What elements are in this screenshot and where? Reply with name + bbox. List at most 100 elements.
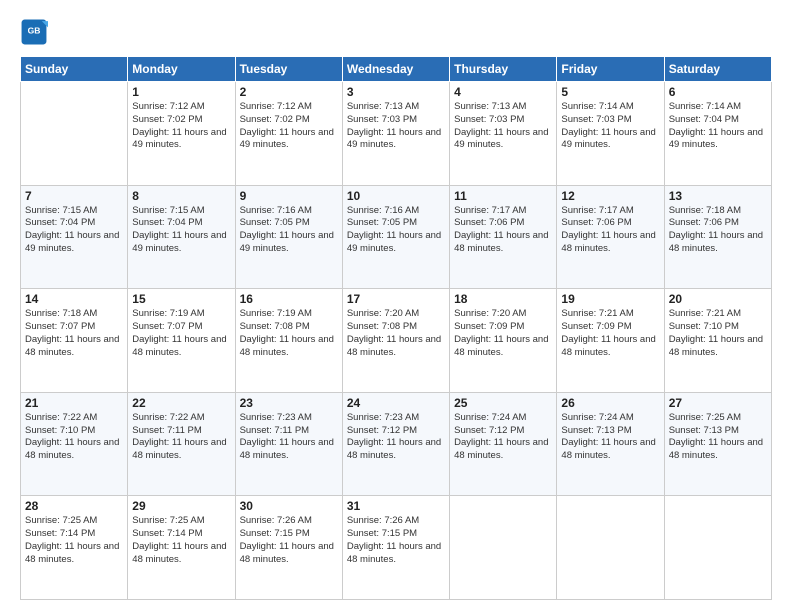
sunset-text: Sunset: 7:04 PM bbox=[669, 114, 767, 127]
calendar-cell: 25Sunrise: 7:24 AMSunset: 7:12 PMDayligh… bbox=[450, 392, 557, 496]
weekday-header-row: SundayMondayTuesdayWednesdayThursdayFrid… bbox=[21, 57, 772, 82]
calendar-cell: 24Sunrise: 7:23 AMSunset: 7:12 PMDayligh… bbox=[342, 392, 449, 496]
daylight-text: Daylight: 11 hours and 48 minutes. bbox=[240, 541, 338, 567]
sunrise-text: Sunrise: 7:21 AM bbox=[561, 308, 659, 321]
day-number: 23 bbox=[240, 396, 338, 410]
daylight-text: Daylight: 11 hours and 49 minutes. bbox=[240, 127, 338, 153]
sunset-text: Sunset: 7:03 PM bbox=[347, 114, 445, 127]
day-number: 7 bbox=[25, 189, 123, 203]
weekday-header-monday: Monday bbox=[128, 57, 235, 82]
day-number: 1 bbox=[132, 85, 230, 99]
daylight-text: Daylight: 11 hours and 48 minutes. bbox=[669, 437, 767, 463]
calendar-cell: 4Sunrise: 7:13 AMSunset: 7:03 PMDaylight… bbox=[450, 82, 557, 186]
day-number: 15 bbox=[132, 292, 230, 306]
daylight-text: Daylight: 11 hours and 48 minutes. bbox=[561, 230, 659, 256]
day-number: 19 bbox=[561, 292, 659, 306]
sunset-text: Sunset: 7:09 PM bbox=[561, 321, 659, 334]
calendar-cell bbox=[557, 496, 664, 600]
day-number: 26 bbox=[561, 396, 659, 410]
daylight-text: Daylight: 11 hours and 48 minutes. bbox=[454, 334, 552, 360]
day-number: 22 bbox=[132, 396, 230, 410]
sunrise-text: Sunrise: 7:20 AM bbox=[347, 308, 445, 321]
day-number: 5 bbox=[561, 85, 659, 99]
calendar-cell: 9Sunrise: 7:16 AMSunset: 7:05 PMDaylight… bbox=[235, 185, 342, 289]
day-number: 21 bbox=[25, 396, 123, 410]
daylight-text: Daylight: 11 hours and 48 minutes. bbox=[132, 541, 230, 567]
week-row-1: 7Sunrise: 7:15 AMSunset: 7:04 PMDaylight… bbox=[21, 185, 772, 289]
day-number: 2 bbox=[240, 85, 338, 99]
sunrise-text: Sunrise: 7:23 AM bbox=[347, 412, 445, 425]
day-number: 27 bbox=[669, 396, 767, 410]
calendar-cell: 11Sunrise: 7:17 AMSunset: 7:06 PMDayligh… bbox=[450, 185, 557, 289]
daylight-text: Daylight: 11 hours and 48 minutes. bbox=[561, 334, 659, 360]
sunrise-text: Sunrise: 7:12 AM bbox=[132, 101, 230, 114]
calendar-cell: 16Sunrise: 7:19 AMSunset: 7:08 PMDayligh… bbox=[235, 289, 342, 393]
calendar-cell: 13Sunrise: 7:18 AMSunset: 7:06 PMDayligh… bbox=[664, 185, 771, 289]
sunrise-text: Sunrise: 7:23 AM bbox=[240, 412, 338, 425]
day-number: 9 bbox=[240, 189, 338, 203]
calendar-cell: 22Sunrise: 7:22 AMSunset: 7:11 PMDayligh… bbox=[128, 392, 235, 496]
sunrise-text: Sunrise: 7:16 AM bbox=[240, 205, 338, 218]
day-number: 25 bbox=[454, 396, 552, 410]
day-number: 24 bbox=[347, 396, 445, 410]
calendar-cell: 27Sunrise: 7:25 AMSunset: 7:13 PMDayligh… bbox=[664, 392, 771, 496]
daylight-text: Daylight: 11 hours and 48 minutes. bbox=[132, 334, 230, 360]
daylight-text: Daylight: 11 hours and 48 minutes. bbox=[454, 437, 552, 463]
week-row-3: 21Sunrise: 7:22 AMSunset: 7:10 PMDayligh… bbox=[21, 392, 772, 496]
sunset-text: Sunset: 7:10 PM bbox=[669, 321, 767, 334]
daylight-text: Daylight: 11 hours and 48 minutes. bbox=[132, 437, 230, 463]
week-row-2: 14Sunrise: 7:18 AMSunset: 7:07 PMDayligh… bbox=[21, 289, 772, 393]
daylight-text: Daylight: 11 hours and 48 minutes. bbox=[347, 334, 445, 360]
daylight-text: Daylight: 11 hours and 48 minutes. bbox=[25, 541, 123, 567]
sunrise-text: Sunrise: 7:20 AM bbox=[454, 308, 552, 321]
sunset-text: Sunset: 7:09 PM bbox=[454, 321, 552, 334]
sunset-text: Sunset: 7:07 PM bbox=[25, 321, 123, 334]
page: GB SundayMondayTuesdayWednesdayThursdayF… bbox=[0, 0, 792, 612]
sunset-text: Sunset: 7:08 PM bbox=[240, 321, 338, 334]
sunrise-text: Sunrise: 7:17 AM bbox=[561, 205, 659, 218]
daylight-text: Daylight: 11 hours and 49 minutes. bbox=[25, 230, 123, 256]
sunset-text: Sunset: 7:02 PM bbox=[132, 114, 230, 127]
daylight-text: Daylight: 11 hours and 48 minutes. bbox=[669, 334, 767, 360]
daylight-text: Daylight: 11 hours and 48 minutes. bbox=[240, 334, 338, 360]
calendar-cell: 6Sunrise: 7:14 AMSunset: 7:04 PMDaylight… bbox=[664, 82, 771, 186]
sunrise-text: Sunrise: 7:22 AM bbox=[132, 412, 230, 425]
sunrise-text: Sunrise: 7:12 AM bbox=[240, 101, 338, 114]
calendar-cell: 29Sunrise: 7:25 AMSunset: 7:14 PMDayligh… bbox=[128, 496, 235, 600]
calendar-cell: 3Sunrise: 7:13 AMSunset: 7:03 PMDaylight… bbox=[342, 82, 449, 186]
sunset-text: Sunset: 7:12 PM bbox=[347, 425, 445, 438]
calendar-cell: 23Sunrise: 7:23 AMSunset: 7:11 PMDayligh… bbox=[235, 392, 342, 496]
sunrise-text: Sunrise: 7:24 AM bbox=[561, 412, 659, 425]
daylight-text: Daylight: 11 hours and 49 minutes. bbox=[669, 127, 767, 153]
sunrise-text: Sunrise: 7:15 AM bbox=[132, 205, 230, 218]
sunset-text: Sunset: 7:04 PM bbox=[25, 217, 123, 230]
sunrise-text: Sunrise: 7:26 AM bbox=[240, 515, 338, 528]
day-number: 31 bbox=[347, 499, 445, 513]
calendar-cell bbox=[664, 496, 771, 600]
day-number: 14 bbox=[25, 292, 123, 306]
sunset-text: Sunset: 7:06 PM bbox=[454, 217, 552, 230]
day-number: 16 bbox=[240, 292, 338, 306]
weekday-header-tuesday: Tuesday bbox=[235, 57, 342, 82]
sunset-text: Sunset: 7:12 PM bbox=[454, 425, 552, 438]
sunrise-text: Sunrise: 7:17 AM bbox=[454, 205, 552, 218]
calendar-cell: 26Sunrise: 7:24 AMSunset: 7:13 PMDayligh… bbox=[557, 392, 664, 496]
sunrise-text: Sunrise: 7:21 AM bbox=[669, 308, 767, 321]
day-number: 28 bbox=[25, 499, 123, 513]
sunset-text: Sunset: 7:15 PM bbox=[240, 528, 338, 541]
sunrise-text: Sunrise: 7:25 AM bbox=[25, 515, 123, 528]
daylight-text: Daylight: 11 hours and 49 minutes. bbox=[561, 127, 659, 153]
day-number: 6 bbox=[669, 85, 767, 99]
calendar-cell: 8Sunrise: 7:15 AMSunset: 7:04 PMDaylight… bbox=[128, 185, 235, 289]
sunset-text: Sunset: 7:06 PM bbox=[669, 217, 767, 230]
sunset-text: Sunset: 7:13 PM bbox=[669, 425, 767, 438]
daylight-text: Daylight: 11 hours and 49 minutes. bbox=[132, 127, 230, 153]
calendar-cell: 30Sunrise: 7:26 AMSunset: 7:15 PMDayligh… bbox=[235, 496, 342, 600]
calendar-cell: 12Sunrise: 7:17 AMSunset: 7:06 PMDayligh… bbox=[557, 185, 664, 289]
calendar-cell: 15Sunrise: 7:19 AMSunset: 7:07 PMDayligh… bbox=[128, 289, 235, 393]
sunset-text: Sunset: 7:03 PM bbox=[454, 114, 552, 127]
calendar-cell: 18Sunrise: 7:20 AMSunset: 7:09 PMDayligh… bbox=[450, 289, 557, 393]
sunset-text: Sunset: 7:14 PM bbox=[25, 528, 123, 541]
daylight-text: Daylight: 11 hours and 48 minutes. bbox=[25, 334, 123, 360]
sunrise-text: Sunrise: 7:13 AM bbox=[454, 101, 552, 114]
